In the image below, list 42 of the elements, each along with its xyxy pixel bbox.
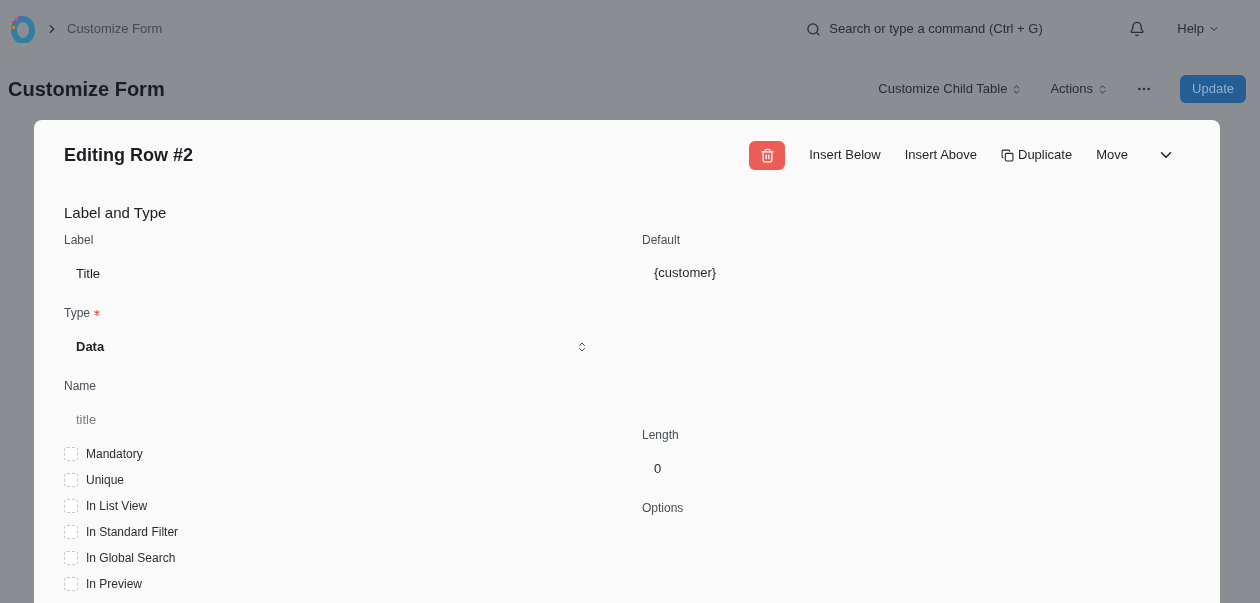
dropdown-button[interactable]: Actions	[1042, 75, 1117, 103]
field-label: Default	[642, 231, 681, 248]
checkbox[interactable]	[64, 525, 78, 539]
action-button[interactable]: Insert Below	[797, 141, 893, 169]
input-field[interactable]: 0	[642, 450, 1190, 487]
input-field[interactable]: title	[64, 401, 600, 438]
page-title: Customize Form	[8, 77, 165, 102]
select-field[interactable]: Data	[64, 328, 600, 365]
checkbox-label: In List View	[86, 498, 148, 514]
field-label: Options	[642, 499, 684, 516]
copy-icon	[1001, 148, 1014, 162]
field-label: Length	[642, 426, 679, 443]
checkbox[interactable]	[64, 447, 78, 461]
field-label: Type	[64, 304, 100, 321]
delete-button[interactable]	[749, 140, 786, 170]
checkbox[interactable]	[64, 473, 78, 487]
select-caret-icon	[576, 340, 588, 353]
checkbox-label: In Preview	[86, 576, 143, 592]
field-label: Name	[64, 377, 96, 394]
notification-bell-icon[interactable]	[1129, 21, 1146, 37]
checkbox[interactable]	[64, 499, 78, 513]
section-heading: Label and Type	[64, 203, 168, 223]
trash-icon	[759, 147, 775, 163]
search-field[interactable]: Search or type a command (Ctrl + G)	[829, 19, 1107, 39]
dialog-title: Editing Row #2	[64, 144, 193, 167]
required-asterisk-icon	[94, 309, 100, 316]
input-field[interactable]: Title	[64, 255, 600, 292]
checkbox-label: In Global Search	[86, 550, 176, 566]
checkbox-label: In Standard Filter	[86, 524, 179, 540]
search-icon	[806, 21, 822, 37]
action-button[interactable]: Move	[1084, 141, 1140, 169]
action-button[interactable]: Insert Above	[892, 141, 989, 169]
checkbox-label: Mandatory	[86, 446, 143, 462]
text-area[interactable]: {customer}	[642, 255, 1190, 407]
help-menu-button[interactable]: Help	[1177, 19, 1220, 39]
dropdown-button[interactable]: Customize Child Table	[870, 75, 1031, 103]
checkbox[interactable]	[64, 551, 78, 565]
field-label: Label	[64, 231, 94, 248]
logo-icon[interactable]	[9, 15, 35, 43]
duplicate-button[interactable]: Duplicate	[989, 141, 1085, 169]
checkbox-label: Unique	[86, 472, 125, 488]
checkbox[interactable]	[64, 577, 78, 591]
